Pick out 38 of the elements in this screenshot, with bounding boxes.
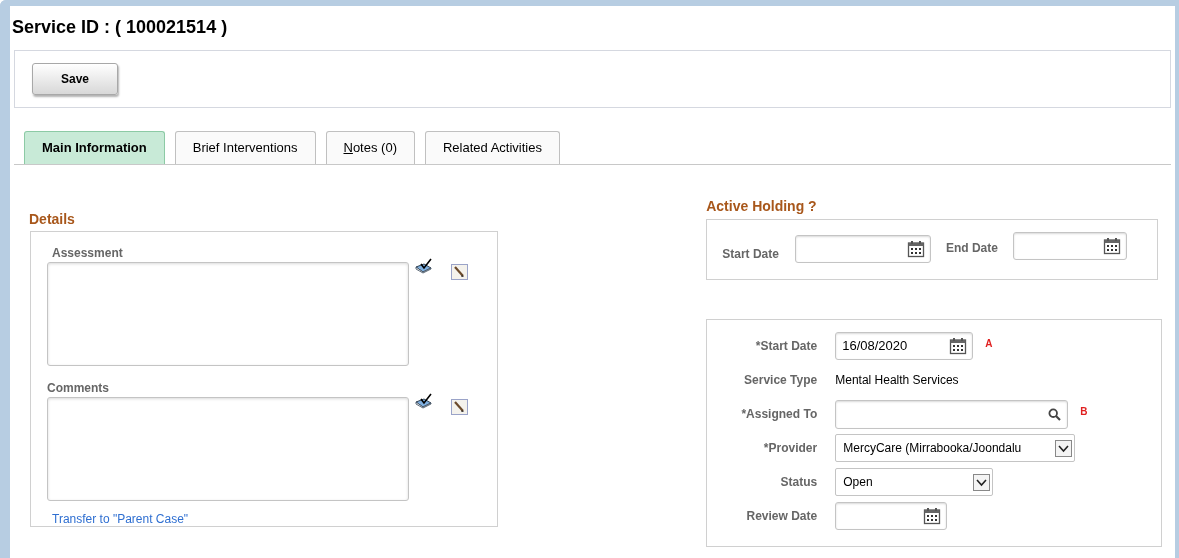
- tab[interactable]: Notes (0): [325, 131, 415, 164]
- save-button[interactable]: Save: [32, 63, 118, 95]
- date-field[interactable]: [835, 502, 948, 530]
- field-label: *Assigned To: [740, 406, 818, 423]
- lookup-field[interactable]: [835, 399, 1069, 429]
- calendar-icon[interactable]: [923, 507, 942, 525]
- annotation-letter: B: [1080, 404, 1088, 419]
- tab[interactable]: Main Information: [24, 131, 165, 164]
- field-value: Mental Health Services: [835, 372, 959, 389]
- field-label: Review Date: [745, 508, 818, 525]
- spellcheck-icon[interactable]: [415, 258, 433, 274]
- date-field[interactable]: [1012, 232, 1127, 260]
- calendar-icon[interactable]: [1102, 237, 1121, 255]
- tab[interactable]: Brief Interventions: [174, 131, 316, 164]
- dropdown[interactable]: MercyCare (Mirrabooka/Joondalu: [835, 434, 1076, 462]
- field-label: Service Type: [743, 372, 818, 389]
- field-label: End Date: [945, 240, 998, 257]
- field-label: *Start Date: [754, 338, 818, 355]
- tab[interactable]: Related Activities: [424, 131, 560, 164]
- section-heading: Active Holding ?: [706, 197, 818, 216]
- field-label: Comments: [47, 380, 110, 397]
- search-icon[interactable]: [1048, 407, 1062, 421]
- dropdown[interactable]: Open: [835, 468, 994, 496]
- field-label: Start Date: [722, 246, 779, 263]
- spellcheck-icon[interactable]: [415, 393, 433, 409]
- edit-icon[interactable]: [451, 399, 468, 415]
- field-label: Assessment: [51, 245, 124, 262]
- section-heading: Details: [29, 210, 76, 229]
- transfer-link[interactable]: Transfer to "Parent Case": [52, 510, 189, 528]
- field-label: *Provider: [762, 440, 818, 457]
- date-field[interactable]: [794, 235, 931, 263]
- annotation-letter: A: [985, 336, 993, 351]
- calendar-icon[interactable]: [949, 337, 968, 355]
- field-label: Status: [779, 474, 818, 491]
- edit-icon[interactable]: [451, 264, 468, 280]
- calendar-icon[interactable]: [906, 240, 925, 258]
- date-field[interactable]: 16/08/2020: [835, 332, 974, 360]
- page-title: Service ID : ( 100021514 ): [11, 16, 229, 39]
